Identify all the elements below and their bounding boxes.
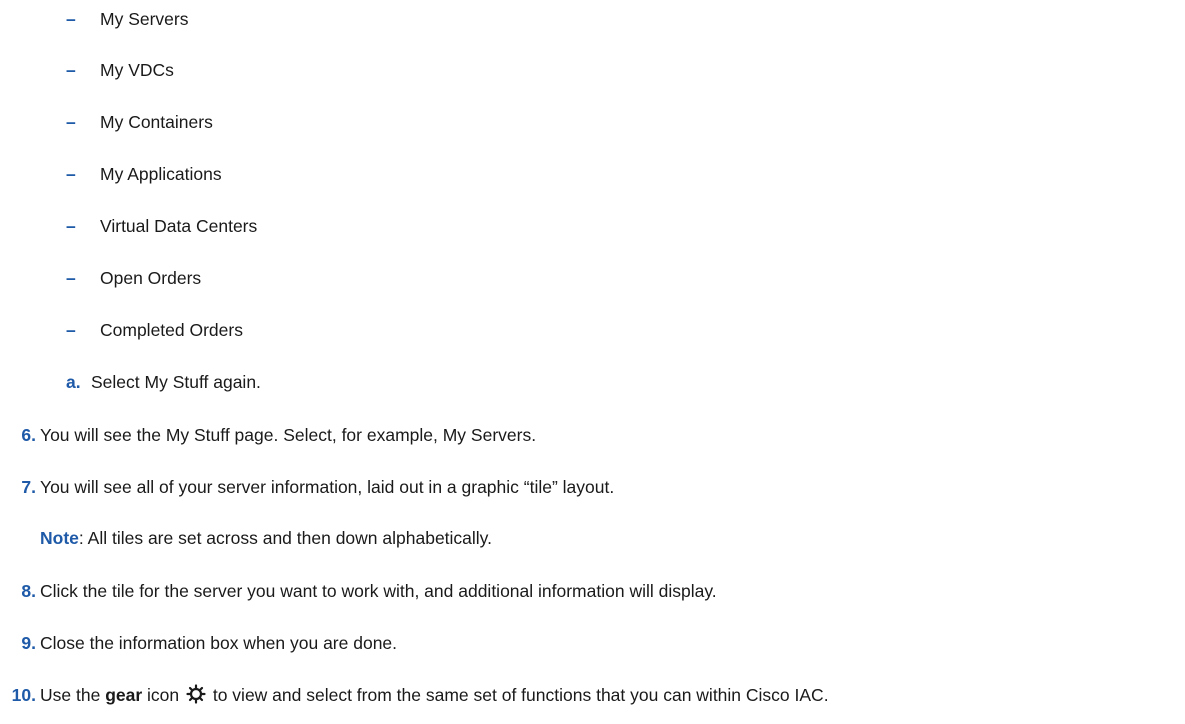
step-number: 9. bbox=[21, 633, 36, 653]
bullet-dash: – bbox=[66, 60, 76, 80]
step-text: You will see the My Stuff page. Select, … bbox=[40, 425, 537, 445]
step-number: 6. bbox=[21, 425, 36, 445]
bullet-dash: – bbox=[66, 320, 76, 340]
step-text: Click the tile for the server you want t… bbox=[40, 581, 717, 601]
bullet-dash: – bbox=[66, 268, 76, 288]
step-text-after: to view and select from the same set of … bbox=[207, 685, 829, 705]
step-number: 10. bbox=[11, 685, 36, 705]
list-item-text: My Applications bbox=[100, 164, 222, 184]
list-item-text: My VDCs bbox=[100, 60, 174, 80]
gear-icon bbox=[186, 684, 206, 709]
step-text: You will see all of your server informat… bbox=[40, 477, 615, 497]
step-text: Close the information box when you are d… bbox=[40, 633, 398, 653]
bullet-dash: – bbox=[66, 112, 76, 132]
bullet-dash: – bbox=[66, 164, 76, 184]
list-item-text: Completed Orders bbox=[100, 320, 243, 340]
gear-keyword: gear bbox=[105, 685, 143, 705]
bullet-dash: – bbox=[66, 9, 76, 29]
step-number: 7. bbox=[21, 477, 36, 497]
list-item-text: Virtual Data Centers bbox=[100, 216, 258, 236]
substep-text: Select My Stuff again. bbox=[91, 372, 261, 392]
list-item-text: My Containers bbox=[100, 112, 213, 132]
substep-letter: a. bbox=[66, 372, 81, 392]
note-label: Note bbox=[40, 528, 79, 548]
step-number: 8. bbox=[21, 581, 36, 601]
step-text: Use the gear icon to view and select fro… bbox=[40, 684, 829, 709]
step-text-before: Use the bbox=[40, 685, 106, 705]
bullet-dash: – bbox=[66, 216, 76, 236]
list-item-text: Open Orders bbox=[100, 268, 202, 288]
step-text-mid: icon bbox=[142, 685, 184, 705]
list-item-text: My Servers bbox=[100, 9, 189, 29]
note-text: : All tiles are set across and then down… bbox=[78, 528, 492, 548]
